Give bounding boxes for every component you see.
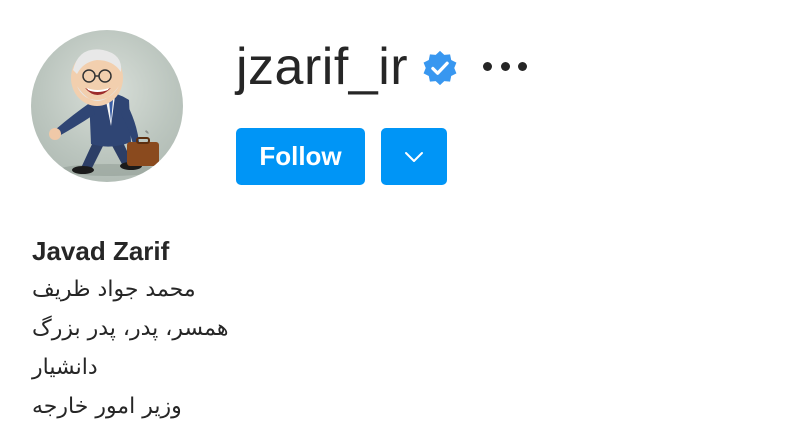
caricature-image: ✎ — [49, 49, 159, 176]
full-name: Javad Zarif — [32, 236, 170, 266]
profile-header: ✎ jzarif_ir Follow Javad Zarif محمد جواد… — [0, 0, 800, 440]
avatar[interactable]: ✎ — [31, 30, 183, 182]
bio-line-academic: دانشیار — [32, 355, 98, 380]
username: jzarif_ir — [236, 38, 409, 96]
verified-badge-icon — [423, 50, 457, 86]
more-options-icon[interactable] — [483, 52, 527, 80]
more-dot — [483, 61, 492, 71]
suggestions-dropdown-button[interactable] — [381, 128, 447, 185]
bio-line-family: همسر، پدر، پدر بزرگ — [32, 316, 229, 341]
chevron-down-icon — [405, 151, 423, 162]
profile-bio: Javad Zarif محمد جواد ظریف همسر، پدر، پد… — [32, 232, 432, 426]
follow-button[interactable]: Follow — [236, 128, 365, 185]
more-dot — [518, 61, 527, 71]
bio-line-position: وزیر امور خارجه — [32, 394, 182, 419]
svg-text:✎: ✎ — [145, 130, 149, 136]
bio-line-name: محمد جواد ظریف — [32, 277, 196, 302]
more-dot — [500, 61, 510, 71]
